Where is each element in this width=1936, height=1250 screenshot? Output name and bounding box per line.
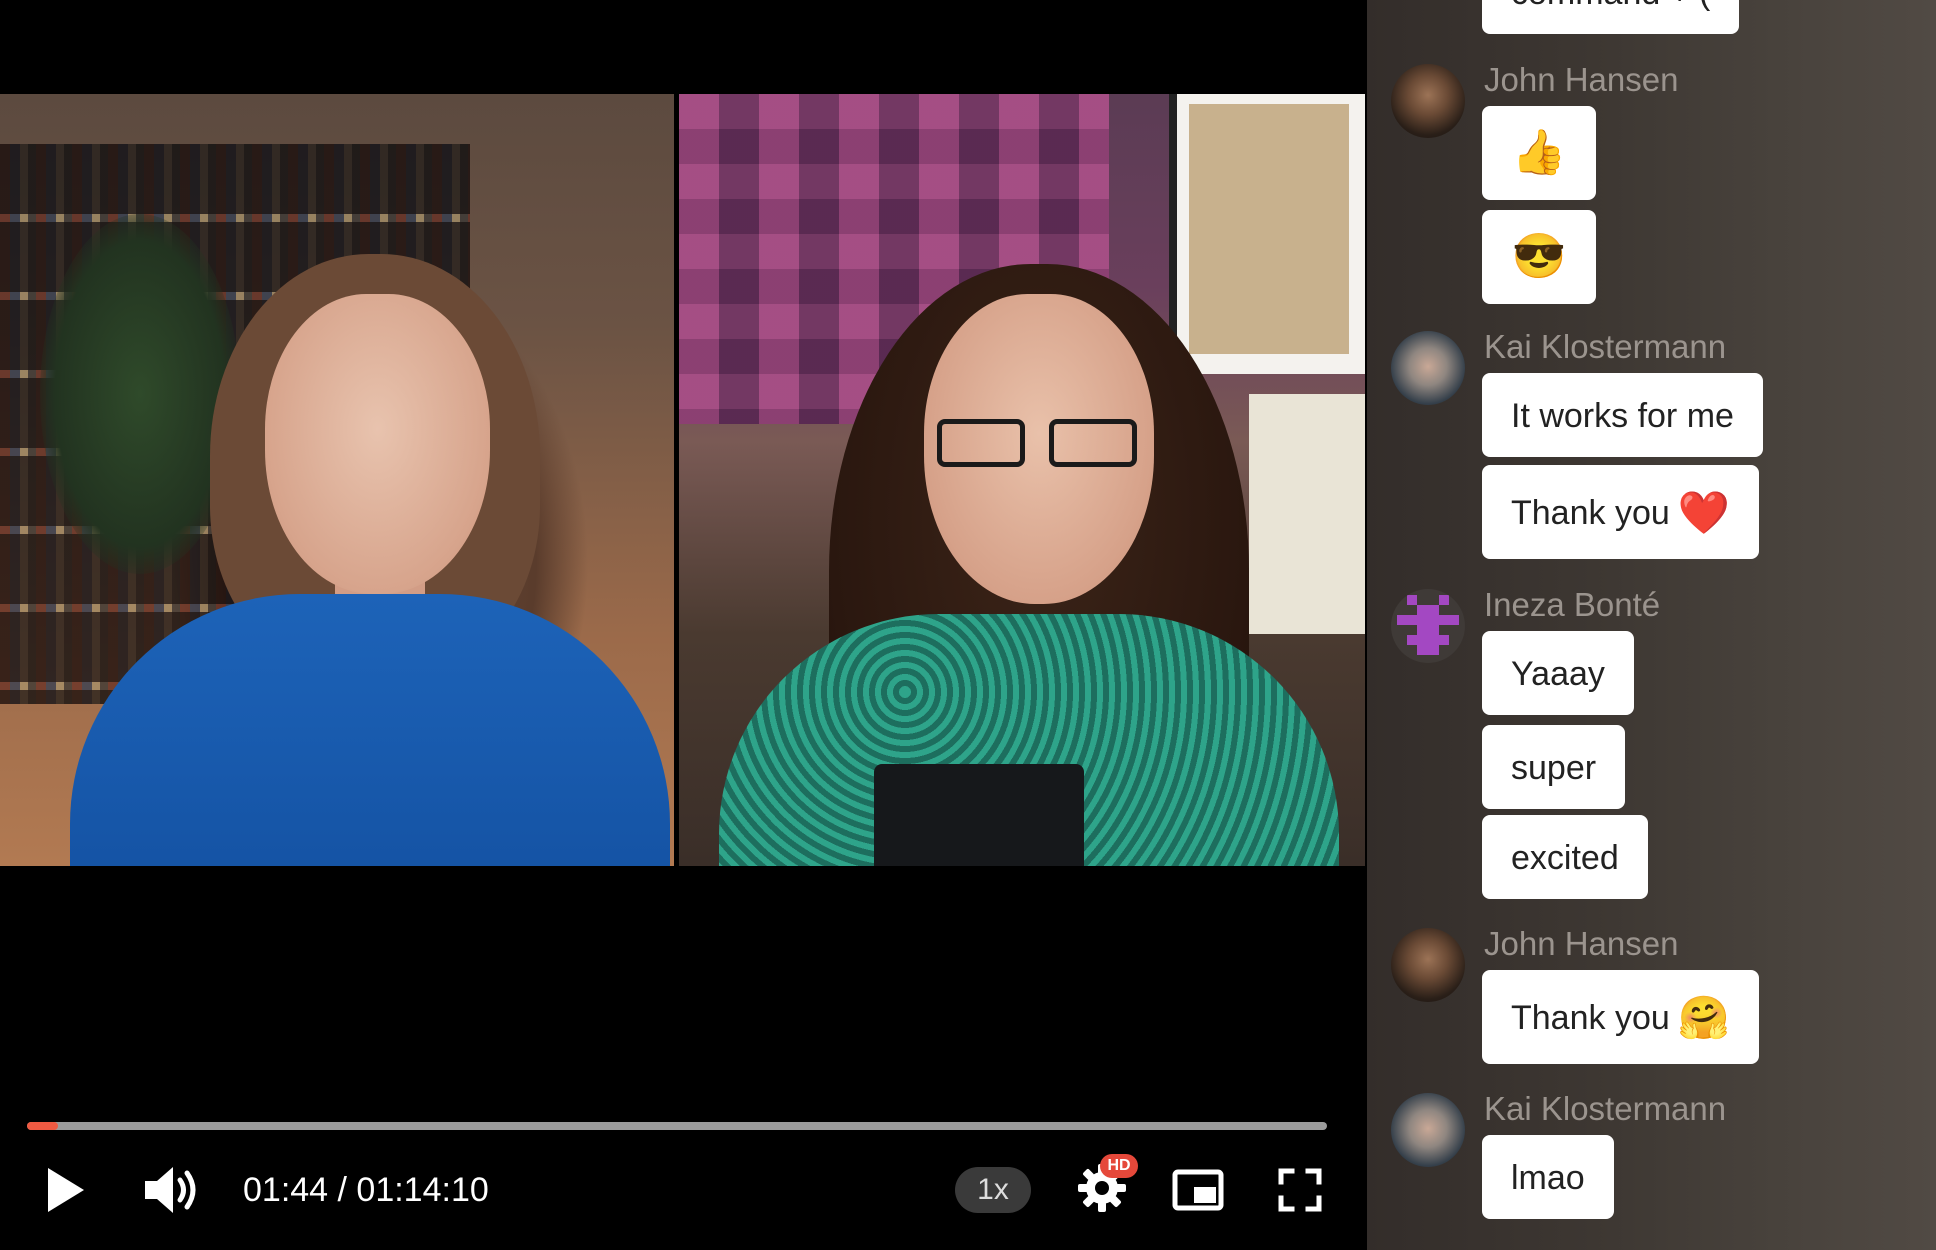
video-tile-left [0,94,674,866]
chat-message: command + ( [1482,0,1740,34]
progress-fill [27,1122,59,1130]
pixel-identicon [1397,595,1459,655]
fullscreen-button[interactable] [1270,1160,1330,1220]
fullscreen-icon [1278,1168,1322,1212]
message-text: super [1511,749,1597,787]
picture-in-picture-icon [1172,1169,1224,1211]
glasses [937,419,1143,469]
chat-message: excited [1482,815,1648,899]
framed-drawing [1189,104,1349,354]
progress-bar[interactable] [27,1122,1327,1130]
chat-message: It works for me [1482,373,1763,457]
volume-button[interactable] [140,1160,206,1220]
avatar [1391,589,1465,663]
message-text: It works for me [1511,397,1734,435]
message-text: Thank you [1511,494,1670,532]
thumbs-up-icon: 👍 [1511,128,1567,177]
chat-message: 👍 [1482,106,1596,200]
participant-face [265,294,490,594]
video-player[interactable]: 01:44 / 01:14:10 1x HD [0,0,1367,1250]
chat-message: Yaaay [1482,631,1634,715]
chat-message: lmao [1482,1135,1614,1219]
volume-icon [145,1167,196,1213]
video-tile-right [679,94,1365,866]
message-text: Yaaay [1511,655,1605,693]
message-text: Thank you [1511,999,1670,1037]
avatar [1391,928,1465,1002]
hugging-face-icon: 🤗 [1677,994,1731,1041]
avatar [1391,331,1465,405]
chat-message: super [1482,725,1626,809]
author-name: Ineza Bonté [1484,586,1661,623]
author-name: John Hansen [1484,61,1679,98]
child-drawing [1249,394,1365,634]
desk-device [874,764,1084,866]
red-heart-icon: ❤️ [1677,489,1731,536]
author-name: John Hansen [1484,925,1679,962]
chat-message: Thank you 🤗 [1482,970,1760,1064]
chat-panel[interactable]: command + ( John Hansen 👍 😎 Kai Klosterm… [1367,0,1936,1250]
author-name: Kai Klostermann [1484,1090,1727,1127]
avatar [1391,64,1465,138]
author-name: Kai Klostermann [1484,328,1727,365]
play-icon [48,1168,84,1212]
sunglasses-face-icon: 😎 [1511,232,1567,281]
message-text: excited [1511,839,1619,877]
message-text: lmao [1511,1159,1585,1197]
time-display: 01:44 / 01:14:10 [243,1171,489,1209]
playback-speed-button[interactable]: 1x [955,1167,1031,1213]
chat-message: 😎 [1482,210,1596,304]
hd-badge: HD [1100,1154,1138,1178]
play-button[interactable] [40,1160,90,1220]
picture-in-picture-button[interactable] [1168,1160,1228,1220]
chat-message: Thank you ❤️ [1482,465,1760,559]
message-text: command + ( [1511,0,1710,13]
avatar [1391,1093,1465,1167]
